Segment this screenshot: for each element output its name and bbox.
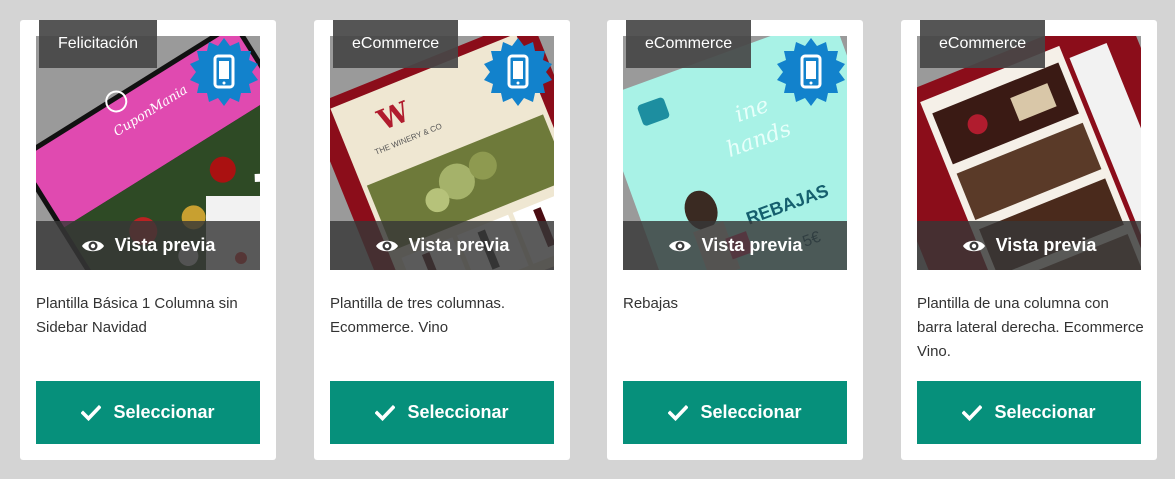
preview-button[interactable]: Vista previa <box>623 221 847 270</box>
select-button[interactable]: Seleccionar <box>330 381 554 444</box>
preview-label: Vista previa <box>701 235 803 255</box>
checkmark-icon <box>81 404 102 421</box>
category-tag: eCommerce <box>920 20 1046 68</box>
mobile-ready-badge <box>777 38 845 106</box>
select-label: Seleccionar <box>700 402 802 422</box>
template-description: Plantilla Básica 1 Columna sin Sidebar N… <box>36 295 238 336</box>
category-tag: eCommerce <box>626 20 752 68</box>
eye-icon <box>962 240 985 251</box>
template-card: eCommerce Vista previa Plantilla de una … <box>901 20 1157 460</box>
category-tag: eCommerce <box>333 20 459 68</box>
preview-button[interactable]: Vista previa <box>36 221 260 270</box>
eye-icon <box>375 240 398 251</box>
select-label: Seleccionar <box>113 402 215 422</box>
preview-label: Vista previa <box>995 235 1097 255</box>
template-description: Plantilla de una columna con barra later… <box>917 295 1144 360</box>
preview-button[interactable]: Vista previa <box>330 221 554 270</box>
category-tag: Felicitación <box>39 20 158 68</box>
select-label: Seleccionar <box>407 402 509 422</box>
template-card: ine hands REBAJAS 5€ eCommerce Vista pre… <box>607 20 863 460</box>
eye-icon <box>668 240 691 251</box>
eye-icon <box>81 240 104 251</box>
template-card: CuponMania Felicitación Vista previa Pla… <box>20 20 276 460</box>
select-button[interactable]: Seleccionar <box>623 381 847 444</box>
mobile-ready-badge <box>484 38 552 106</box>
preview-label: Vista previa <box>408 235 510 255</box>
preview-button[interactable]: Vista previa <box>917 221 1141 270</box>
checkmark-icon <box>962 404 983 421</box>
select-label: Seleccionar <box>994 402 1096 422</box>
preview-label: Vista previa <box>114 235 216 255</box>
template-description: Plantilla de tres columnas. Ecommerce. V… <box>330 295 506 336</box>
template-description: Rebajas <box>623 295 679 312</box>
template-card: W THE WINERY & CO eCommerce Vista previa… <box>314 20 570 460</box>
checkmark-icon <box>375 404 396 421</box>
mobile-ready-badge <box>190 38 258 106</box>
select-button[interactable]: Seleccionar <box>917 381 1141 444</box>
select-button[interactable]: Seleccionar <box>36 381 260 444</box>
checkmark-icon <box>668 404 689 421</box>
